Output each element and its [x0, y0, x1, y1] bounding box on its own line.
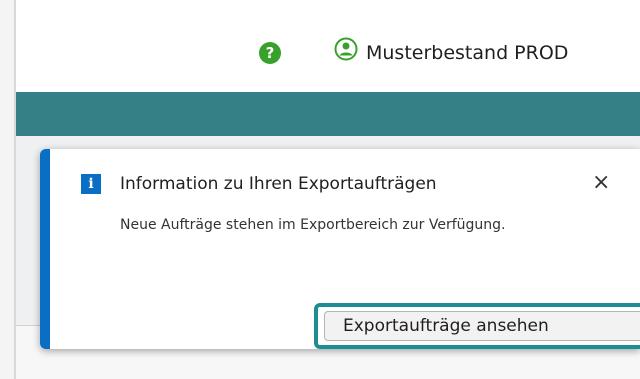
user-account-name[interactable]: Musterbestand PROD: [366, 42, 568, 64]
navigation-bar: [16, 92, 640, 136]
view-export-jobs-button[interactable]: Exportaufträge ansehen: [324, 311, 640, 341]
info-icon: i: [81, 174, 101, 194]
export-notification: i Information zu Ihren Exportaufträgen ×…: [40, 149, 640, 349]
close-icon[interactable]: ×: [592, 170, 610, 195]
user-icon[interactable]: [334, 37, 358, 61]
action-highlight: Exportaufträge ansehen: [314, 303, 640, 349]
help-icon[interactable]: ?: [259, 42, 281, 64]
notification-title: Information zu Ihren Exportaufträgen: [120, 174, 437, 194]
notification-message: Neue Aufträge stehen im Exportbereich zu…: [120, 217, 506, 233]
top-header: ? Musterbestand PROD: [16, 0, 640, 90]
